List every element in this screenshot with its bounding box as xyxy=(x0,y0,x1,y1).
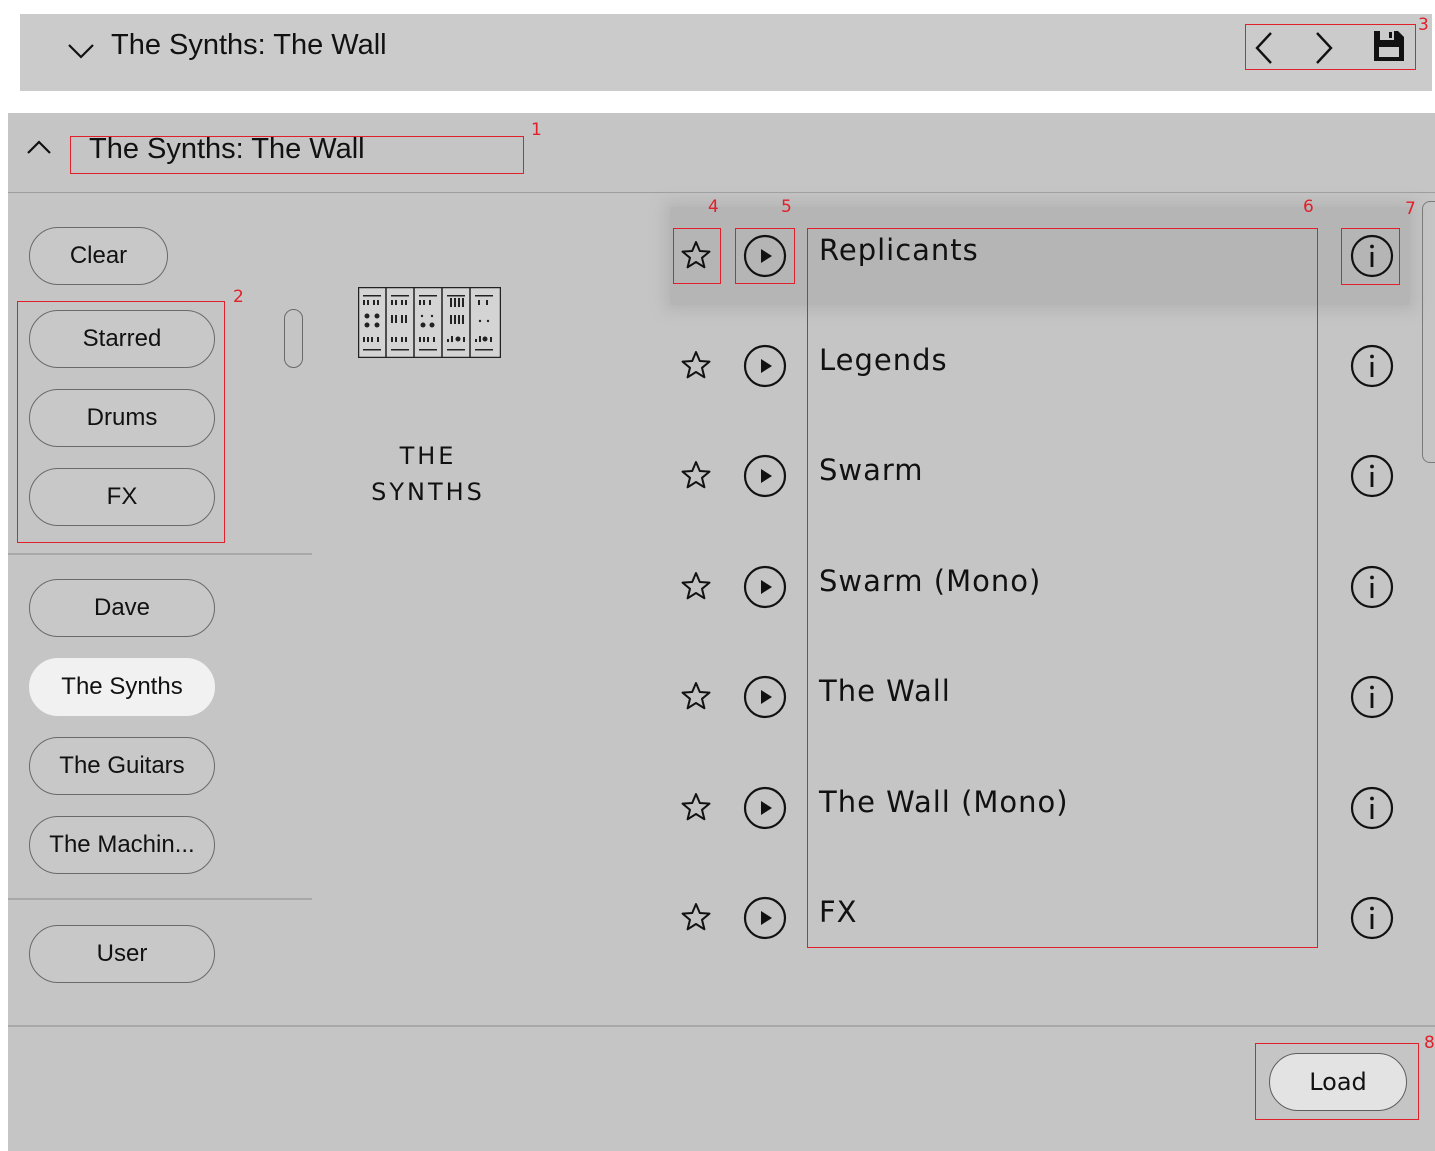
annotation-label: 3 xyxy=(1418,15,1429,35)
preset-row[interactable]: The Wall (Mono) xyxy=(670,773,1410,853)
preset-row[interactable]: Swarm xyxy=(670,441,1410,521)
preset-row[interactable]: FX xyxy=(670,883,1410,963)
annotation-label: 8 xyxy=(1424,1033,1435,1053)
preset-row[interactable]: Replicants xyxy=(670,221,1410,301)
preset-name[interactable]: Replicants xyxy=(819,233,979,267)
top-bar: The Synths: The Wall xyxy=(20,14,1432,91)
play-icon[interactable] xyxy=(743,454,787,498)
save-icon[interactable] xyxy=(1369,26,1409,66)
panel-header: The Synths: The Wall xyxy=(8,113,1435,193)
info-icon[interactable] xyxy=(1350,234,1394,278)
chevron-down-icon[interactable] xyxy=(64,34,98,68)
annotation-label: 2 xyxy=(233,287,244,307)
annotation-label: 6 xyxy=(1303,197,1314,217)
divider xyxy=(8,553,312,555)
divider xyxy=(8,898,312,900)
brand-line-1: THE xyxy=(399,442,457,470)
chevron-left-icon[interactable] xyxy=(1246,28,1286,68)
info-icon[interactable] xyxy=(1350,454,1394,498)
panel-title: The Synths: The Wall xyxy=(89,133,365,165)
preset-row[interactable]: Legends xyxy=(670,331,1410,411)
star-icon[interactable] xyxy=(680,239,712,271)
star-icon[interactable] xyxy=(680,680,712,712)
play-icon[interactable] xyxy=(743,234,787,278)
star-icon[interactable] xyxy=(680,570,712,602)
preset-name[interactable]: Legends xyxy=(819,343,948,377)
annotation-label: 4 xyxy=(708,197,719,217)
preset-name[interactable]: The Wall xyxy=(819,674,951,708)
play-icon[interactable] xyxy=(743,896,787,940)
tag-starred[interactable]: Starred xyxy=(29,310,215,368)
chevron-up-icon[interactable] xyxy=(24,133,54,163)
play-icon[interactable] xyxy=(743,675,787,719)
info-icon[interactable] xyxy=(1350,786,1394,830)
preset-name[interactable]: Swarm (Mono) xyxy=(819,564,1041,598)
annotation-label: 7 xyxy=(1405,199,1416,219)
clear-button[interactable]: Clear xyxy=(29,227,168,285)
category-the-synths[interactable]: The Synths xyxy=(29,658,215,716)
star-icon[interactable] xyxy=(680,459,712,491)
category-dave[interactable]: Dave xyxy=(29,579,215,637)
brand-line-2: SYNTHS xyxy=(371,478,485,506)
synths-logo-image xyxy=(358,287,501,358)
info-icon[interactable] xyxy=(1350,896,1394,940)
preset-row[interactable]: The Wall xyxy=(670,662,1410,742)
star-icon[interactable] xyxy=(680,349,712,381)
tag-drums[interactable]: Drums xyxy=(29,389,215,447)
play-icon[interactable] xyxy=(743,565,787,609)
browser-panel: The Synths: The Wall Clear Starred Drums… xyxy=(8,113,1435,1151)
info-icon[interactable] xyxy=(1350,565,1394,609)
star-icon[interactable] xyxy=(680,901,712,933)
filter-scrollbar[interactable] xyxy=(284,309,303,368)
preset-list-scrollbar[interactable] xyxy=(1422,201,1435,463)
preset-row[interactable]: Swarm (Mono) xyxy=(670,552,1410,632)
user-button[interactable]: User xyxy=(29,925,215,983)
chevron-right-icon[interactable] xyxy=(1303,28,1343,68)
load-button[interactable]: Load xyxy=(1269,1053,1407,1111)
info-icon[interactable] xyxy=(1350,344,1394,388)
info-icon[interactable] xyxy=(1350,675,1394,719)
brand-wordmark: THE SYNTHS xyxy=(348,438,508,510)
tag-fx[interactable]: FX xyxy=(29,468,215,526)
play-icon[interactable] xyxy=(743,786,787,830)
category-the-guitars[interactable]: The Guitars xyxy=(29,737,215,795)
footer-divider xyxy=(8,1025,1435,1027)
play-icon[interactable] xyxy=(743,344,787,388)
preset-name[interactable]: FX xyxy=(819,895,858,929)
preset-name[interactable]: Swarm xyxy=(819,453,924,487)
category-the-machines[interactable]: The Machin... xyxy=(29,816,215,874)
annotation-label: 1 xyxy=(531,120,542,140)
top-bar-title: The Synths: The Wall xyxy=(111,29,387,61)
annotation-label: 5 xyxy=(781,197,792,217)
star-icon[interactable] xyxy=(680,791,712,823)
preset-name[interactable]: The Wall (Mono) xyxy=(819,785,1069,819)
